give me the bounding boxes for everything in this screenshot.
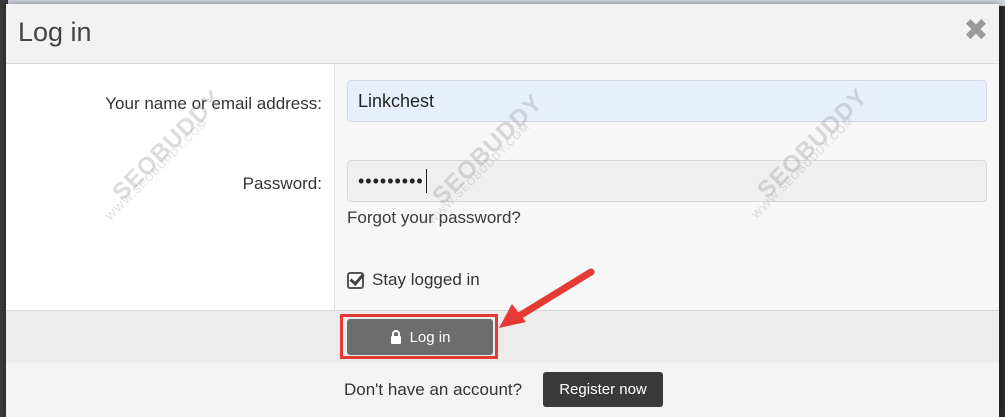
form-label-column: Your name or email address: Password: [6, 64, 335, 310]
forgot-password-link[interactable]: Forgot your password? [347, 208, 521, 228]
lock-icon [390, 330, 401, 344]
register-row: Don't have an account? Register now [6, 363, 999, 417]
dialog-header: Log in ✖ [6, 4, 999, 64]
password-input[interactable]: ••••••••• [347, 160, 987, 202]
stay-logged-in-checkbox[interactable]: Stay logged in [347, 270, 480, 290]
form-input-column: Linkchest ••••••••• Forgot your password… [335, 64, 999, 310]
close-icon[interactable]: ✖ [963, 16, 989, 46]
text-caret [425, 169, 427, 193]
checkbox-checked-icon[interactable] [347, 271, 364, 289]
register-prompt: Don't have an account? [344, 380, 523, 399]
username-input[interactable]: Linkchest [347, 80, 987, 122]
stay-logged-in-label: Stay logged in [372, 270, 480, 289]
login-button[interactable]: Log in [347, 319, 493, 355]
login-button-label: Log in [409, 328, 451, 346]
login-form: Your name or email address: Password: Li… [6, 64, 999, 310]
password-value: ••••••••• [358, 170, 424, 191]
username-value: Linkchest [358, 90, 435, 111]
register-button-label: Register now [559, 381, 647, 398]
username-label: Your name or email address: [105, 94, 322, 113]
dialog-title: Log in [18, 17, 92, 47]
form-submit-row: Log in [6, 310, 999, 364]
login-dialog: Log in ✖ Your name or email address: Pas… [6, 4, 999, 417]
password-label: Password: [242, 174, 322, 193]
register-now-button[interactable]: Register now [543, 372, 663, 407]
